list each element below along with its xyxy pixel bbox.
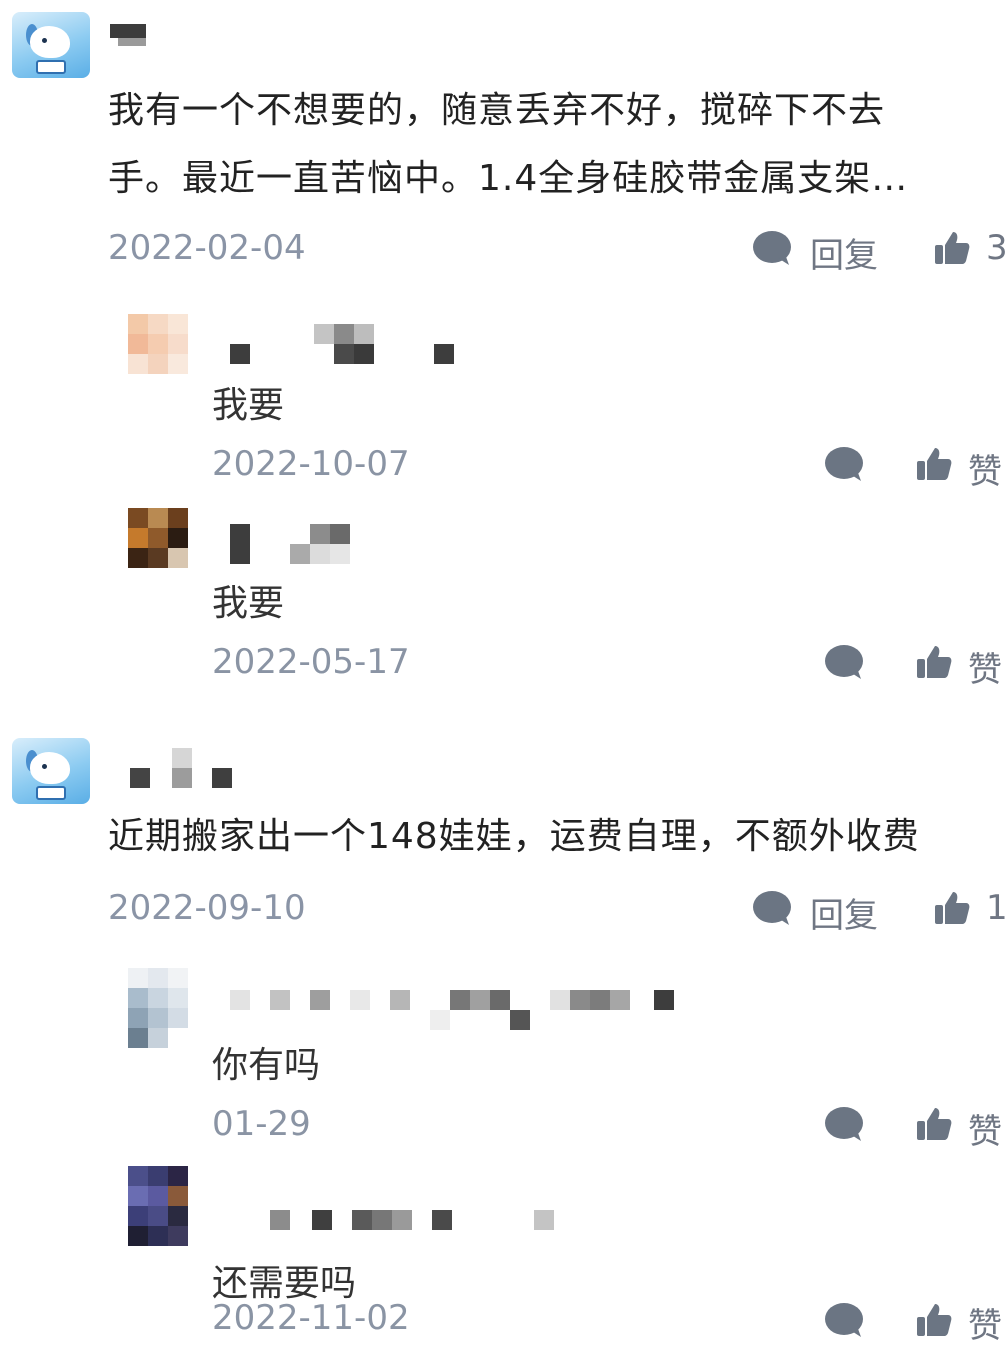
comment-item: 近期搬家出一个148娃娃，运费自理，不额外收费 2022-09-10 回复 1 xyxy=(0,720,1006,1346)
reply-text: 你有吗 xyxy=(212,1045,321,1086)
like-label: 赞 xyxy=(968,452,1002,492)
username-blurred[interactable] xyxy=(230,524,360,568)
like-label: 赞 xyxy=(968,1306,1002,1346)
reply-date: 2022-11-02 xyxy=(212,1298,410,1338)
speech-bubble-icon[interactable] xyxy=(824,644,864,680)
thumbs-up-icon xyxy=(935,892,970,924)
username-blurred[interactable] xyxy=(230,324,460,366)
thumbs-up-icon xyxy=(917,1304,952,1336)
like-button[interactable]: 赞 xyxy=(916,444,1006,492)
avatar[interactable] xyxy=(12,12,90,78)
thumbs-up-icon xyxy=(917,448,952,480)
reply-item: 我要 2022-10-07 赞 xyxy=(0,300,1006,500)
username-blurred[interactable] xyxy=(230,990,680,1032)
thumbs-up-icon xyxy=(917,1108,952,1140)
avatar[interactable] xyxy=(128,1166,190,1250)
avatar[interactable] xyxy=(128,968,190,1050)
like-button[interactable]: 赞 xyxy=(916,1298,1006,1346)
reply-date: 2022-10-07 xyxy=(212,444,410,484)
comment-date: 2022-09-10 xyxy=(108,888,306,928)
avatar[interactable] xyxy=(128,508,190,570)
comment-date: 2022-02-04 xyxy=(108,228,306,268)
reply-label: 回复 xyxy=(810,236,878,276)
like-count: 1 xyxy=(986,888,1006,928)
reply-text: 我要 xyxy=(212,385,285,426)
reply-date: 2022-05-17 xyxy=(212,642,410,682)
speech-bubble-icon xyxy=(753,891,791,925)
comment-item: 我有一个不想要的，随意丢弃不好，搅碎下不去 手。最近一直苦恼中。1.4全身硅胶带… xyxy=(0,0,1006,700)
like-label: 赞 xyxy=(968,1112,1002,1152)
like-label: 赞 xyxy=(968,650,1002,690)
comment-text: 我有一个不想要的，随意丢弃不好，搅碎下不去 xyxy=(108,90,886,131)
like-button[interactable]: 赞 xyxy=(916,642,1006,690)
thumbs-up-icon xyxy=(917,646,952,678)
thumbs-up-icon xyxy=(935,232,970,264)
reply-button[interactable]: 回复 xyxy=(752,228,892,276)
reply-button[interactable]: 回复 xyxy=(752,888,892,936)
username-blurred[interactable] xyxy=(130,748,240,790)
speech-bubble-icon[interactable] xyxy=(824,1106,864,1142)
speech-bubble-icon xyxy=(753,231,791,265)
like-button[interactable]: 1 xyxy=(934,888,1006,932)
reply-item: 我要 2022-05-17 赞 xyxy=(0,500,1006,700)
avatar[interactable] xyxy=(128,314,190,376)
username-blurred[interactable] xyxy=(230,1210,570,1232)
reply-text: 我要 xyxy=(212,583,285,624)
like-count: 3 xyxy=(986,228,1006,268)
reply-item: 还需要吗 2022-11-02 赞 xyxy=(0,1160,1006,1346)
speech-bubble-icon[interactable] xyxy=(824,1302,864,1338)
username-blurred[interactable] xyxy=(110,24,190,46)
like-button[interactable]: 赞 xyxy=(916,1104,1006,1152)
speech-bubble-icon[interactable] xyxy=(824,446,864,482)
reply-item: 你有吗 01-29 赞 xyxy=(0,960,1006,1160)
avatar[interactable] xyxy=(12,738,90,804)
reply-label: 回复 xyxy=(810,896,878,936)
comment-text: 近期搬家出一个148娃娃，运费自理，不额外收费 xyxy=(108,816,920,857)
reply-date: 01-29 xyxy=(212,1104,311,1144)
like-button[interactable]: 3 xyxy=(934,228,1006,272)
comment-text: 手。最近一直苦恼中。1.4全身硅胶带金属支架… xyxy=(108,158,909,199)
